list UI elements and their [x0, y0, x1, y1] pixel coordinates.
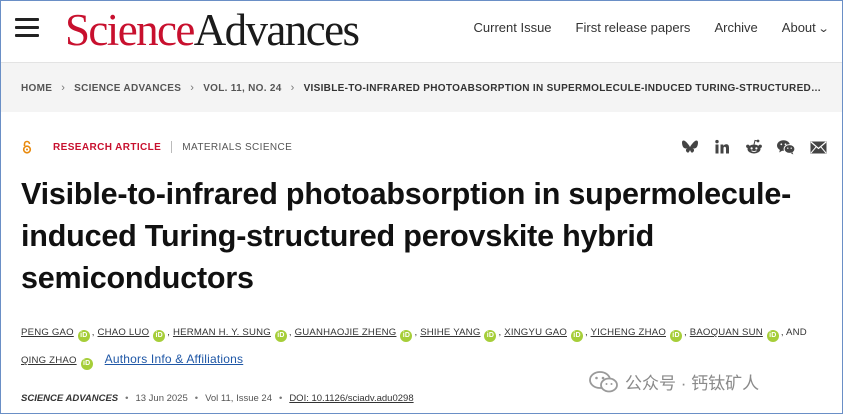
volume-issue[interactable]: Vol 11, Issue 24	[205, 393, 272, 404]
orcid-icon[interactable]: iD	[400, 330, 413, 342]
author-link[interactable]: QING ZHAO	[21, 355, 77, 366]
orcid-icon[interactable]: iD	[670, 330, 682, 342]
article-type[interactable]: RESEARCH ARTICLE	[53, 142, 161, 153]
wechat-icon[interactable]	[776, 138, 796, 156]
bluesky-icon[interactable]	[680, 138, 700, 156]
orcid-icon[interactable]: iD	[153, 330, 166, 342]
share-toolbar	[680, 138, 828, 156]
journal-name: SCIENCE ADVANCES	[21, 393, 119, 404]
linkedin-icon[interactable]	[712, 138, 732, 156]
author-list: PENG GAO iD, CHAO LUO iD, HERMAN H. Y. SUN…	[21, 319, 821, 374]
article-title: Visible-to-infrared photoabsorption in s…	[21, 177, 792, 295]
breadcrumb-bar: HOME › SCIENCE ADVANCES › VOL. 11, NO. 2…	[1, 62, 842, 112]
logo-science: Science	[65, 5, 195, 55]
orcid-icon[interactable]: iD	[77, 330, 90, 342]
and-text: AND	[786, 327, 807, 338]
article-subject[interactable]: MATERIALS SCIENCE	[182, 142, 292, 153]
nav-first-release-papers[interactable]: First release papers	[576, 20, 691, 35]
separator-dot: •	[278, 393, 283, 404]
site-header: ScienceAdvances Current Issue First rele…	[1, 1, 842, 61]
open-access-icon	[22, 140, 32, 154]
nav-about[interactable]: About ⌄	[781, 20, 830, 35]
author-link[interactable]: HERMAN H. Y. SUNG	[173, 327, 271, 338]
publication-date: 13 Jun 2025	[135, 393, 188, 404]
separator-dot: •	[125, 393, 129, 404]
orcid-icon[interactable]: iD	[274, 330, 287, 342]
wechat-watermark: 公众号 · 钙钛矿人	[589, 369, 759, 394]
breadcrumb-current: VISIBLE-TO-INFRARED PHOTOABSORPTION IN S…	[303, 82, 822, 94]
orcid-icon[interactable]: iD	[484, 330, 497, 342]
logo-advances: Advances	[193, 5, 360, 55]
article-meta: RESEARCH ARTICLE MATERIALS SCIENCE	[21, 140, 292, 154]
science-advances-logo[interactable]: ScienceAdvances	[65, 4, 360, 56]
watermark-text: 公众号 · 钙钛矿人	[625, 374, 760, 393]
breadcrumb: HOME › SCIENCE ADVANCES › VOL. 11, NO. 2…	[21, 82, 821, 94]
chevron-right-icon: ›	[61, 82, 66, 94]
doi-link[interactable]: DOI: 10.1126/sciadv.adu0298	[289, 393, 413, 404]
email-icon[interactable]	[808, 138, 828, 156]
authors-info-affiliations-link[interactable]: Authors Info & Affiliations	[105, 352, 244, 366]
main-nav: Current Issue First release papers Archi…	[474, 20, 830, 35]
author-link[interactable]: GUANHAOJIE ZHENG	[295, 327, 397, 338]
chevron-down-icon: ⌄	[817, 23, 830, 35]
breadcrumb-journal[interactable]: SCIENCE ADVANCES	[74, 83, 181, 94]
author-link[interactable]: YICHENG ZHAO	[591, 327, 666, 338]
separator-dot: •	[194, 393, 199, 404]
menu-icon[interactable]	[15, 18, 39, 38]
nav-about-label: About	[781, 20, 816, 35]
publication-info: SCIENCE ADVANCES • 13 Jun 2025 • Vol 11,…	[21, 393, 414, 404]
author-link[interactable]: XINGYU GAO	[504, 327, 567, 338]
author-link[interactable]: BAOQUAN SUN	[690, 327, 763, 338]
breadcrumb-issue[interactable]: VOL. 11, NO. 24	[203, 83, 281, 94]
page-frame: ScienceAdvances Current Issue First rele…	[0, 0, 843, 414]
orcid-icon[interactable]: iD	[80, 358, 93, 370]
wechat-icon	[589, 370, 618, 392]
chevron-right-icon: ›	[290, 82, 295, 94]
orcid-icon[interactable]: iD	[571, 330, 583, 342]
breadcrumb-home[interactable]: HOME	[21, 83, 52, 94]
orcid-icon[interactable]: iD	[766, 330, 779, 342]
reddit-icon[interactable]	[744, 138, 764, 156]
author-link[interactable]: PENG GAO	[21, 327, 74, 338]
author-link[interactable]: CHAO LUO	[98, 327, 150, 338]
nav-archive[interactable]: Archive	[714, 20, 757, 35]
chevron-right-icon: ›	[190, 82, 195, 94]
author-link[interactable]: SHIHE YANG	[420, 327, 480, 338]
nav-current-issue[interactable]: Current Issue	[474, 20, 552, 35]
divider	[171, 141, 173, 153]
